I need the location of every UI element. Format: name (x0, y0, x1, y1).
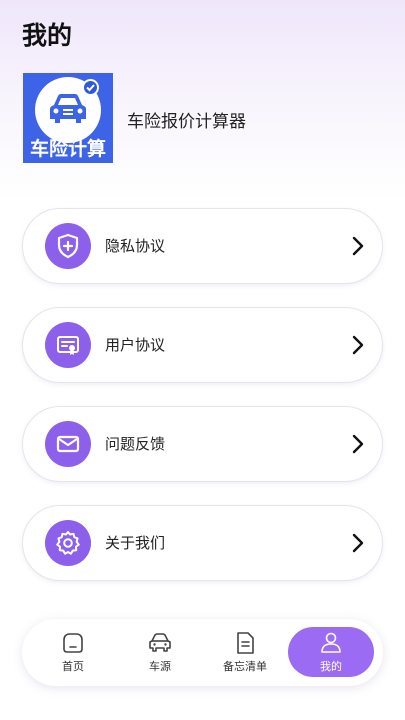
tab-label: 备忘清单 (223, 660, 267, 673)
document-icon (234, 631, 256, 655)
tab-memo-list[interactable]: 备忘清单 (202, 627, 288, 677)
about-us-item[interactable]: 关于我们 (22, 505, 383, 581)
tab-mine[interactable]: 我的 (288, 627, 374, 677)
chevron-right-icon (352, 434, 364, 454)
logo-text: 车险计算 (29, 138, 106, 160)
page-title: 我的 (22, 21, 73, 50)
tab-label: 车源 (149, 660, 171, 673)
menu-label: 用户协议 (105, 336, 166, 354)
check-badge-icon (82, 79, 99, 96)
car-icon (147, 631, 173, 655)
home-icon (61, 631, 85, 655)
shield-plus-icon (45, 223, 91, 269)
app-logo: 车险计算 (23, 73, 113, 163)
car-icon (50, 94, 86, 123)
feedback-item[interactable]: 问题反馈 (22, 406, 383, 482)
privacy-policy-item[interactable]: 隐私协议 (22, 208, 383, 284)
certificate-icon (45, 322, 91, 368)
app-name: 车险报价计算器 (127, 112, 246, 132)
menu-label: 隐私协议 (105, 237, 166, 255)
menu-label: 关于我们 (105, 534, 166, 552)
tab-car-source[interactable]: 车源 (117, 627, 203, 677)
chevron-right-icon (352, 335, 364, 355)
person-icon (319, 631, 343, 655)
bottom-tab-bar: 首页 车源 备忘清单 我的 (22, 619, 383, 686)
mail-icon (45, 421, 91, 467)
gear-icon (45, 520, 91, 566)
tab-label: 首页 (62, 660, 84, 673)
tab-home[interactable]: 首页 (30, 627, 116, 677)
menu-list: 隐私协议 用户协议 问题反馈 关于我们 (22, 208, 383, 604)
chevron-right-icon (352, 533, 364, 553)
chevron-right-icon (352, 236, 364, 256)
menu-label: 问题反馈 (105, 435, 166, 453)
tab-label: 我的 (320, 660, 342, 673)
app-header: 车险计算 车险报价计算器 (23, 73, 383, 163)
user-agreement-item[interactable]: 用户协议 (22, 307, 383, 383)
